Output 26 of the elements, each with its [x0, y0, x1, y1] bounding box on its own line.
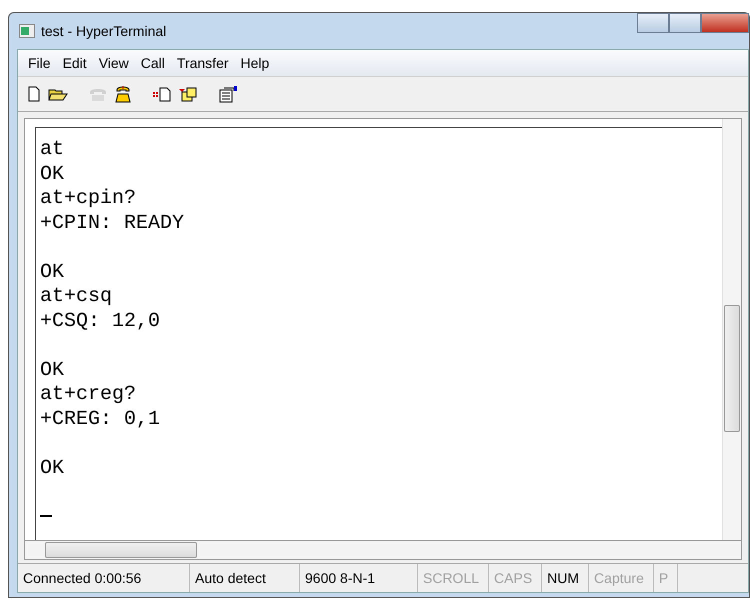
terminal-line: at — [40, 138, 66, 162]
window-title: test - HyperTerminal — [41, 23, 168, 39]
status-panel: Connected 0:00:56 — [18, 564, 190, 592]
terminal-line: +CSQ: 12,0 — [40, 310, 162, 334]
status-panel: SCROLL — [418, 564, 490, 592]
terminal-line: OK — [40, 260, 66, 285]
menu-item[interactable]: Help — [234, 53, 276, 73]
menu-item[interactable]: View — [92, 53, 135, 73]
status-panel: 9600 8-N-1 — [300, 564, 418, 592]
terminal-line: at+csq — [40, 285, 114, 310]
status-panel: CAPS — [489, 564, 542, 592]
status-panel: Capture — [589, 564, 654, 592]
terminal-line: OK — [40, 162, 66, 187]
terminal-line: at+creg? — [40, 383, 138, 408]
terminal-line: OK — [40, 456, 66, 481]
terminal-line: +CPIN: READY — [40, 212, 186, 236]
terminal-line: +CREG: 0,1 — [40, 408, 162, 432]
menu-item[interactable]: Edit — [56, 53, 93, 73]
menu-item[interactable]: Call — [134, 53, 171, 73]
menu-item[interactable]: File — [22, 53, 57, 73]
menu-item[interactable]: Transfer — [170, 53, 235, 73]
terminal-line: OK — [40, 358, 66, 383]
status-panel: Auto detect — [190, 564, 300, 592]
status-panel: P — [654, 564, 678, 592]
terminal-line: at+cpin? — [40, 187, 138, 212]
status-panel: NUM — [542, 564, 590, 592]
